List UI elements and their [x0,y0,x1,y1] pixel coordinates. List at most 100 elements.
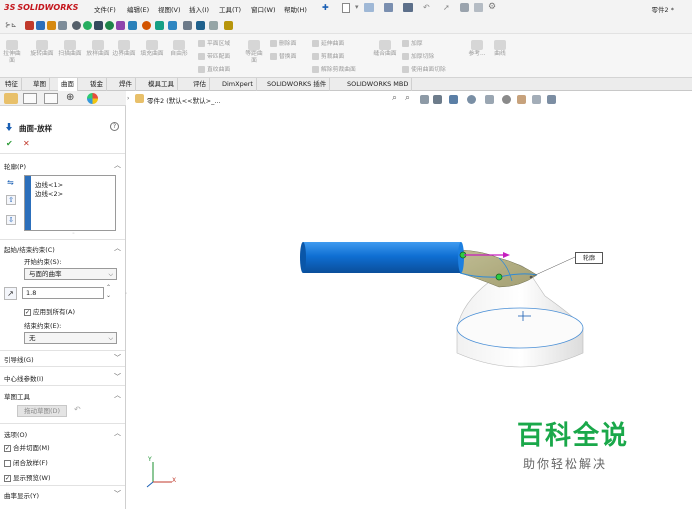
lofted-surface-button[interactable]: 放样曲面 [86,40,110,58]
menu-help[interactable]: 帮助(H) [284,4,307,14]
tab-solidworks-mbd[interactable]: SOLIDWORKS MBD [344,78,413,91]
tool-icon-1[interactable] [25,21,34,30]
pin-icon[interactable]: ✚ [322,3,329,12]
tool-icon-15[interactable] [196,21,205,30]
menu-edit[interactable]: 编辑(E) [127,4,149,14]
centerline-parameters-title[interactable]: 中心线参数(I) [4,373,44,383]
apply-to-all-checkbox[interactable]: ✓ 应用到所有(A) [24,306,75,316]
tool-icon-7[interactable] [94,21,103,30]
tool-icon-11[interactable] [142,21,151,30]
tool-icon-13[interactable] [168,21,177,30]
tool-icon-9[interactable] [116,21,125,30]
revolved-surface-button[interactable]: 旋转曲面 [30,40,54,58]
options-gear-icon[interactable]: ⚙ [488,2,496,12]
tangent-length-input[interactable]: 1.8 [22,287,104,299]
end-constraint-select[interactable]: 无 ⌵ [24,332,117,344]
filled-surface-button[interactable]: 填充曲面 [140,40,164,58]
rebuild-icon[interactable] [460,3,469,12]
move-down-button[interactable]: ⇩ [6,215,16,225]
tangency-arrow[interactable] [503,252,510,258]
untrim-surface-button[interactable]: 解除剪裁曲面 [312,64,356,73]
drag-sketch-button[interactable]: 拖动草图(D) [17,405,67,417]
blue-cylinder[interactable] [300,242,464,273]
cut-with-surface-button[interactable]: 使用曲面切除 [402,64,446,73]
start-end-constraints-title[interactable]: 起始/结束约束(C) [4,244,55,254]
display-manager-icon[interactable] [87,93,98,104]
chevron-up-icon[interactable]: ︿ [114,428,121,438]
boundary-surface-button[interactable]: 边界曲面 [112,40,136,58]
tab-features[interactable]: 特征 [2,78,22,91]
connector-point[interactable] [495,273,503,281]
menu-file[interactable]: 文件(F) [94,4,116,14]
menu-tools[interactable]: 工具(T) [219,4,241,14]
options-section-title[interactable]: 选项(O) [4,429,27,439]
help-icon[interactable]: ? [110,122,119,131]
tab-mold-tools[interactable]: 模具工具 [145,78,178,91]
extruded-surface-button[interactable]: 拉伸曲面 [2,40,22,65]
cancel-x-icon[interactable]: ✕ [23,139,30,148]
file-properties-icon[interactable] [474,3,483,12]
open-icon[interactable] [364,3,374,12]
guide-curves-section-title[interactable]: 引导线(G) [4,354,34,364]
menu-window[interactable]: 窗口(W) [251,4,276,14]
freeform-button[interactable]: 自由形 [168,40,190,58]
profile-item[interactable]: 边线<2> [35,188,63,198]
tab-sheet-metal[interactable]: 钣金 [87,78,107,91]
replace-face-button[interactable]: 替换面 [270,51,296,60]
thickened-cut-button[interactable]: 加厚切除 [402,51,434,60]
feature-tree-icon[interactable] [4,93,18,104]
chevron-up-icon[interactable]: ︿ [114,390,121,400]
thicken-button[interactable]: 加厚 [402,38,423,47]
dropdown-icon[interactable]: ▾ [355,3,359,11]
resize-handle-icon[interactable]: ◦ [72,231,75,237]
sketch-tools-title[interactable]: 草图工具 [4,391,30,401]
swept-surface-button[interactable]: 扫描曲面 [58,40,82,58]
tool-icon-2[interactable] [36,21,45,30]
delete-face-button[interactable]: 删除面 [270,38,296,47]
tool-icon-14[interactable] [183,21,192,30]
start-constraint-select[interactable]: 与面的曲率 ⌵ [24,268,117,280]
menu-view[interactable]: 视图(V) [158,4,181,14]
ruled-surface-button[interactable]: 直纹曲面 [198,64,230,73]
show-preview-checkbox[interactable]: ✓ 显示预览(W) [4,472,51,482]
chevron-down-icon[interactable]: ﹀ [114,353,121,363]
property-manager-icon[interactable] [23,93,37,104]
chevron-down-icon[interactable]: ﹀ [114,489,121,499]
tab-weldments[interactable]: 焊件 [116,78,136,91]
menu-insert[interactable]: 插入(I) [189,4,209,14]
profiles-list[interactable]: 边线<1> 边线<2> [24,175,116,231]
sketch-quick-icon[interactable]: ⊱⊾ [5,21,17,29]
tool-icon-3[interactable] [47,21,56,30]
tool-icon-8[interactable] [105,21,114,30]
planar-surface-button[interactable]: 平面区域 [198,38,230,47]
tab-sketch[interactable]: 草图 [30,78,50,91]
trim-surface-button[interactable]: 剪裁曲面 [312,51,344,60]
close-loft-checkbox[interactable]: 闭合放样(F) [4,457,48,467]
knit-surface-button[interactable]: 缝合曲面 [372,40,398,58]
tool-icon-16[interactable] [209,21,218,30]
offset-surface-button[interactable]: 等距曲面 [244,40,264,65]
tab-evaluate[interactable]: 评估 [190,78,210,91]
tool-icon-10[interactable] [128,21,137,30]
tab-solidworks-addins[interactable]: SOLIDWORKS 插件 [264,78,331,91]
merge-tangent-faces-checkbox[interactable]: ✓ 合并切面(M) [4,442,50,452]
chevron-up-icon[interactable]: ︿ [114,243,121,253]
undo-icon[interactable]: ↶ [423,3,430,12]
new-document-icon[interactable] [342,3,350,13]
undo-sketch-drag-icon[interactable]: ↶ [74,405,81,414]
curvature-display-title[interactable]: 曲率显示(Y) [4,490,39,500]
solidworks-logo[interactable]: 3S SOLIDWORKS [4,3,78,12]
save-icon[interactable] [384,3,393,12]
configuration-manager-icon[interactable] [44,93,58,104]
chevron-down-icon[interactable]: ﹀ [114,372,121,382]
tool-icon-6[interactable] [83,21,92,30]
profile-callout[interactable]: 轮廓 [575,252,603,264]
ruled-surface-match-button[interactable]: 带匹配面 [198,51,230,60]
tool-icon-4[interactable] [58,21,67,30]
tool-icon-5[interactable] [72,21,81,30]
dimxpert-manager-icon[interactable]: ⊕ [66,92,74,103]
chevron-up-icon[interactable]: ︿ [114,160,121,170]
tab-surfaces[interactable]: 曲面 [58,78,78,91]
reference-geometry-button[interactable]: 参考... [466,40,488,58]
tool-icon-12[interactable] [155,21,164,30]
